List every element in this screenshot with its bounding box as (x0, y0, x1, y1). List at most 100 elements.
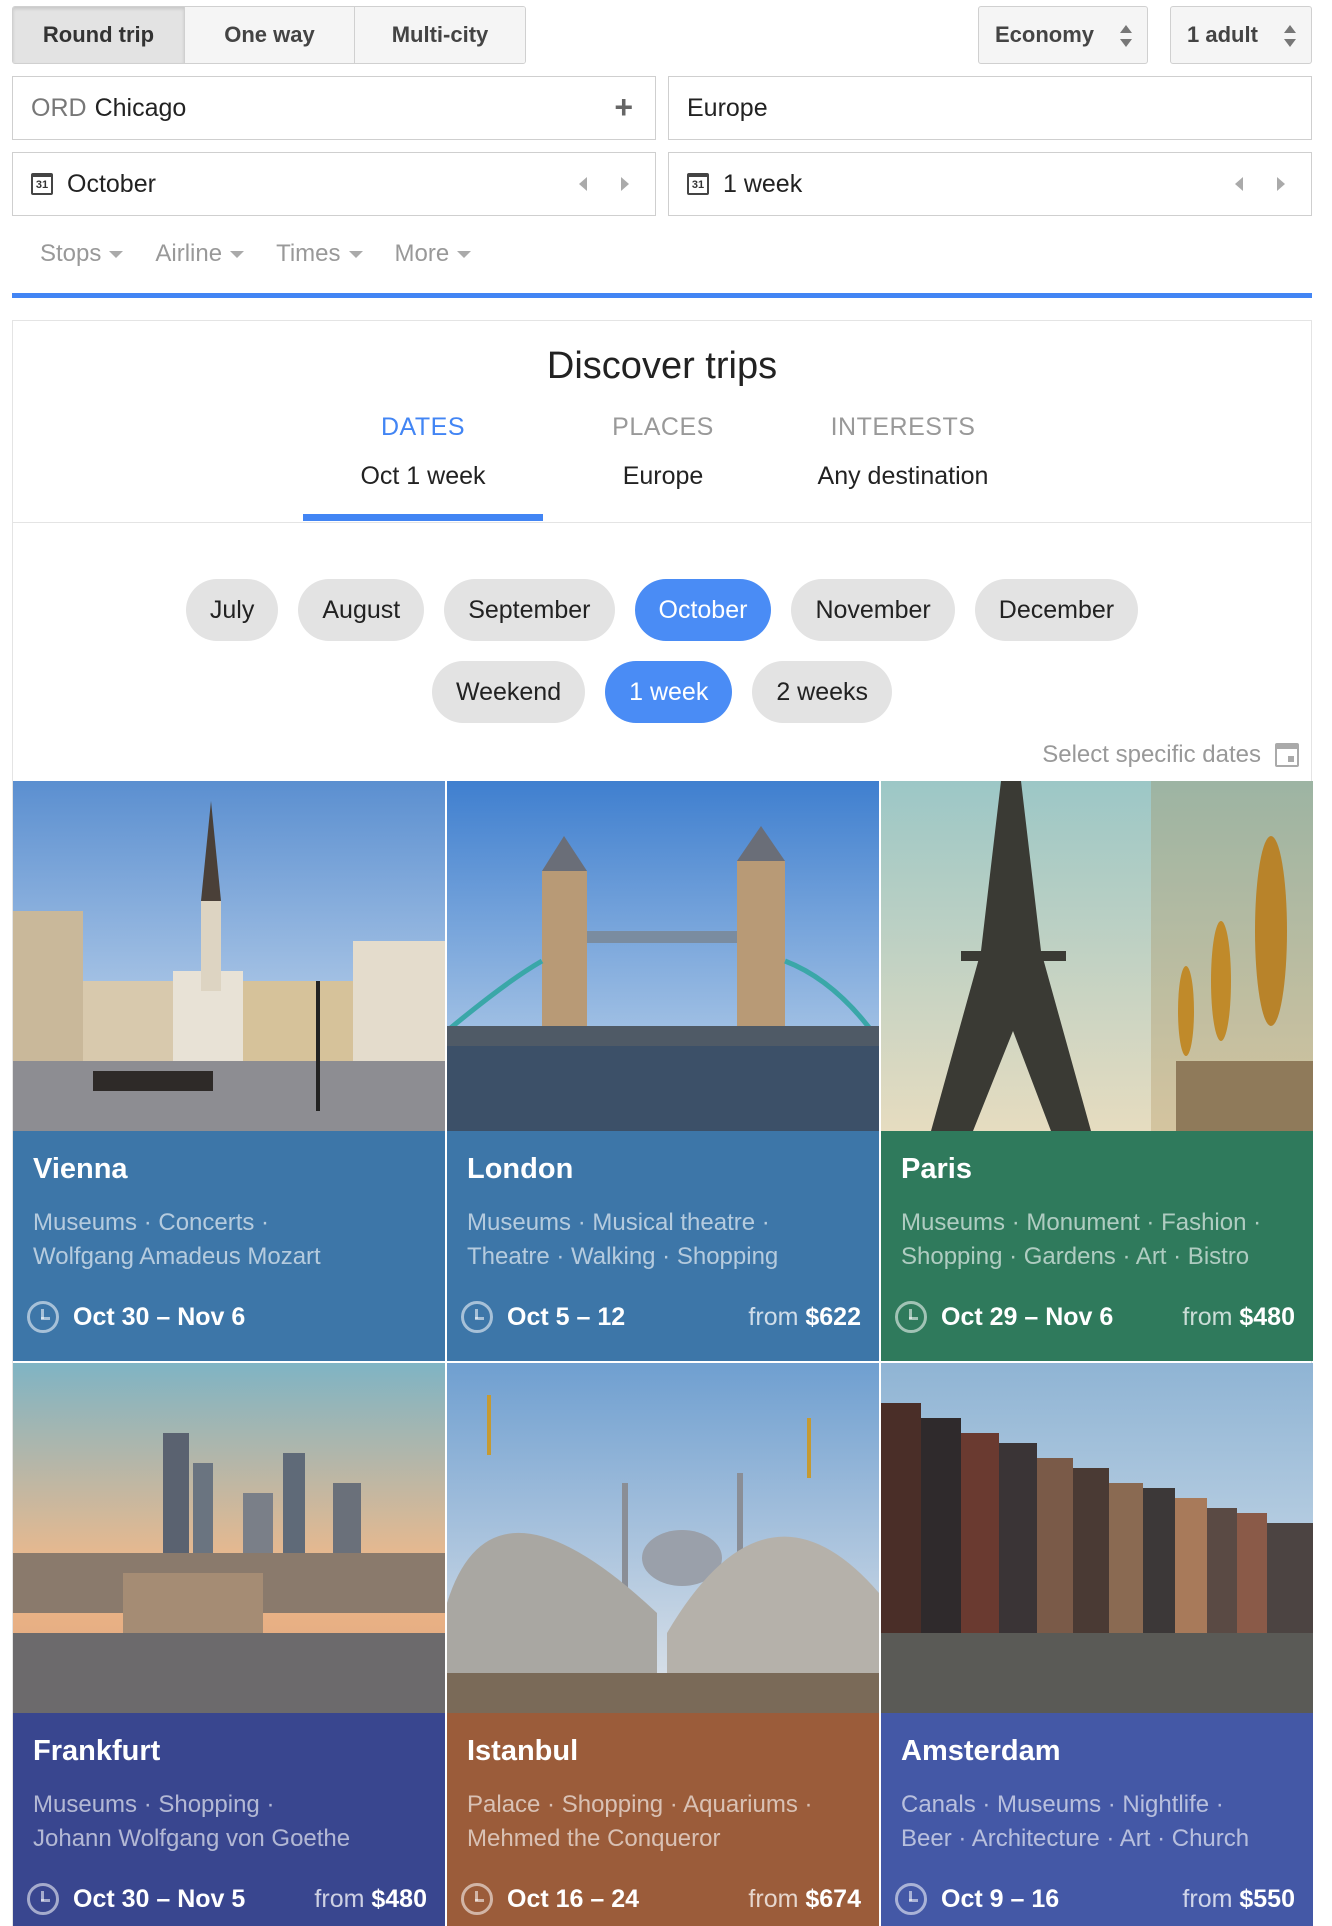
chip-september[interactable]: September (444, 579, 615, 641)
tab-places-value: Europe (622, 462, 704, 490)
filter-bar: Stops Airline Times More (40, 240, 472, 268)
destination-tags-line2: Johann Wolfgang von Goethe (33, 1825, 351, 1852)
tab-places-heading: PLACES (612, 413, 714, 441)
chip-weekend[interactable]: Weekend (431, 661, 586, 723)
discover-tabs: DATES Oct 1 week PLACES Europe INTERESTS… (303, 413, 1023, 521)
destination-card-amsterdam[interactable]: Amsterdam Canals · Museums · Nightlife ·… (881, 1363, 1313, 1926)
select-specific-dates-link[interactable]: Select specific dates (1042, 741, 1299, 769)
clock-icon (895, 1883, 927, 1915)
vienna-info: Vienna Museums · Concerts · Wolfgang Ama… (13, 1131, 445, 1361)
cabin-class-select[interactable]: Economy (978, 6, 1148, 64)
destination-tags: Museums · Monument · Fashion · Shopping … (901, 1206, 1293, 1274)
times-filter-label: Times (276, 240, 341, 267)
destination-tags-line2: Mehmed the Conqueror (467, 1825, 721, 1852)
progress-divider (12, 293, 1312, 298)
discover-trips-panel: Discover trips DATES Oct 1 week PLACES E… (12, 320, 1313, 1926)
chip-2-weeks[interactable]: 2 weeks (752, 661, 893, 723)
tab-places[interactable]: PLACES Europe (543, 413, 783, 521)
destination-tags: Museums · Shopping · Johann Wolfgang von… (33, 1788, 425, 1856)
next-duration-arrow-icon[interactable] (1277, 177, 1285, 191)
origin-field[interactable]: ORD Chicago + (12, 76, 656, 140)
origin-code: ORD (31, 93, 87, 122)
price-prefix: from (748, 1302, 799, 1331)
clock-icon (27, 1883, 59, 1915)
calendar-icon: 31 (687, 173, 709, 195)
one-way-button[interactable]: One way (185, 7, 355, 63)
duration-chips: Weekend 1 week 2 weeks (13, 661, 1311, 723)
duration-field[interactable]: 31 1 week (668, 152, 1312, 216)
destination-tags-line2: Beer · Architecture · Art · Church (901, 1825, 1250, 1852)
istanbul-info: Istanbul Palace · Shopping · Aquariums ·… (447, 1713, 879, 1926)
destination-footer: Oct 30 – Nov 5 from $480 (27, 1883, 427, 1915)
previous-month-arrow-icon[interactable] (579, 177, 587, 191)
london-info: London Museums · Musical theatre · Theat… (447, 1131, 879, 1361)
destination-price: from $480 (314, 1885, 427, 1914)
destination-price: from $480 (1182, 1303, 1295, 1332)
chip-1-week[interactable]: 1 week (605, 661, 733, 723)
destination-tags-line2: Wolfgang Amadeus Mozart (33, 1243, 321, 1270)
chip-november[interactable]: November (791, 579, 955, 641)
destination-footer: Oct 16 – 24 from $674 (461, 1883, 861, 1915)
destination-dates: Oct 9 – 16 (941, 1884, 1060, 1913)
clock-icon (895, 1301, 927, 1333)
month-arrows (579, 177, 629, 191)
stops-filter-label: Stops (40, 240, 102, 267)
chevron-down-icon (348, 250, 363, 258)
tab-interests-value: Any destination (817, 462, 989, 490)
destination-city: Istanbul (467, 1735, 579, 1767)
airline-filter[interactable]: Airline (155, 240, 245, 268)
price-prefix: from (1182, 1302, 1233, 1331)
times-filter[interactable]: Times (276, 240, 363, 268)
chip-december[interactable]: December (974, 579, 1139, 641)
tab-interests[interactable]: INTERESTS Any destination (783, 413, 1023, 521)
more-filter[interactable]: More (395, 240, 472, 268)
amsterdam-photo (881, 1363, 1313, 1713)
previous-duration-arrow-icon[interactable] (1235, 177, 1243, 191)
destination-tags-line1: Museums · Monument · Fashion · (901, 1209, 1262, 1236)
chip-july[interactable]: July (185, 579, 279, 641)
destination-city: London (467, 1153, 574, 1185)
tab-dates-heading: DATES (381, 413, 465, 441)
duration-arrows (1235, 177, 1285, 191)
multi-city-button[interactable]: Multi-city (355, 7, 525, 63)
discover-title: Discover trips (546, 345, 778, 387)
chevron-down-icon (109, 250, 124, 258)
destination-price: from $622 (748, 1303, 861, 1332)
price-prefix: from (748, 1884, 799, 1913)
clock-icon (461, 1883, 493, 1915)
round-trip-button[interactable]: Round trip (13, 7, 185, 63)
next-month-arrow-icon[interactable] (621, 177, 629, 191)
paris-info: Paris Museums · Monument · Fashion · Sho… (881, 1131, 1313, 1361)
select-arrows-icon (1119, 25, 1133, 47)
destination-tags: Museums · Musical theatre · Theatre · Wa… (467, 1206, 859, 1274)
tab-interests-heading: INTERESTS (830, 413, 976, 441)
destination-field[interactable]: Europe (668, 76, 1312, 140)
destination-tags-line1: Museums · Musical theatre · (467, 1209, 770, 1236)
destination-card-paris[interactable]: Paris Museums · Monument · Fashion · Sho… (881, 781, 1313, 1361)
add-origin-plus-icon[interactable]: + (614, 89, 633, 126)
destination-tags: Palace · Shopping · Aquariums · Mehmed t… (467, 1788, 859, 1856)
destination-city: Paris (901, 1153, 972, 1185)
destination-card-vienna[interactable]: Vienna Museums · Concerts · Wolfgang Ama… (13, 781, 445, 1361)
chevron-down-icon (457, 250, 472, 258)
destination-city: Frankfurt (33, 1735, 161, 1767)
calendar-icon (1275, 743, 1299, 767)
price-value: $674 (805, 1884, 861, 1913)
vienna-photo (13, 781, 445, 1131)
tab-dates[interactable]: DATES Oct 1 week (303, 413, 543, 521)
chip-august[interactable]: August (298, 579, 425, 641)
london-photo (447, 781, 879, 1131)
passengers-select[interactable]: 1 adult (1170, 6, 1312, 64)
clock-icon (27, 1301, 59, 1333)
stops-filter[interactable]: Stops (40, 240, 124, 268)
destination-footer: Oct 9 – 16 from $550 (895, 1883, 1295, 1915)
month-field[interactable]: 31 October (12, 152, 656, 216)
destination-card-frankfurt[interactable]: Frankfurt Museums · Shopping · Johann Wo… (13, 1363, 445, 1926)
destination-dates: Oct 30 – Nov 6 (73, 1302, 246, 1331)
price-prefix: from (1182, 1884, 1233, 1913)
price-value: $480 (371, 1884, 427, 1913)
cabin-class-value: Economy (995, 22, 1095, 47)
destination-card-london[interactable]: London Museums · Musical theatre · Theat… (447, 781, 879, 1361)
chip-october[interactable]: October (634, 579, 772, 641)
destination-card-istanbul[interactable]: Istanbul Palace · Shopping · Aquariums ·… (447, 1363, 879, 1926)
